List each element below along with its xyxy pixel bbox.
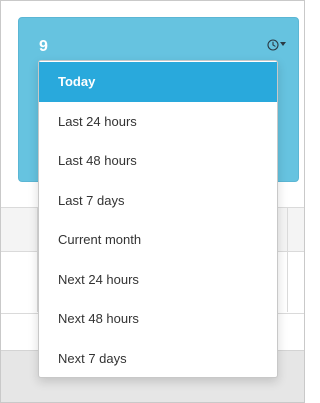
time-range-menu: Today Last 24 hours Last 48 hours Last 7… xyxy=(38,60,278,378)
clock-icon xyxy=(267,39,279,51)
menu-item-next-48-hours[interactable]: Next 48 hours xyxy=(39,299,277,339)
menu-item-last-48-hours[interactable]: Last 48 hours xyxy=(39,141,277,181)
time-range-toggle[interactable] xyxy=(267,39,286,51)
menu-item-next-7-days[interactable]: Next 7 days xyxy=(39,339,277,379)
menu-item-last-24-hours[interactable]: Last 24 hours xyxy=(39,102,277,142)
chevron-down-icon xyxy=(280,42,286,46)
menu-item-last-7-days[interactable]: Last 7 days xyxy=(39,181,277,221)
menu-item-current-month[interactable]: Current month xyxy=(39,220,277,260)
menu-item-next-24-hours[interactable]: Next 24 hours xyxy=(39,260,277,300)
stat-count: 9 xyxy=(39,38,48,55)
menu-item-today[interactable]: Today xyxy=(39,62,277,102)
